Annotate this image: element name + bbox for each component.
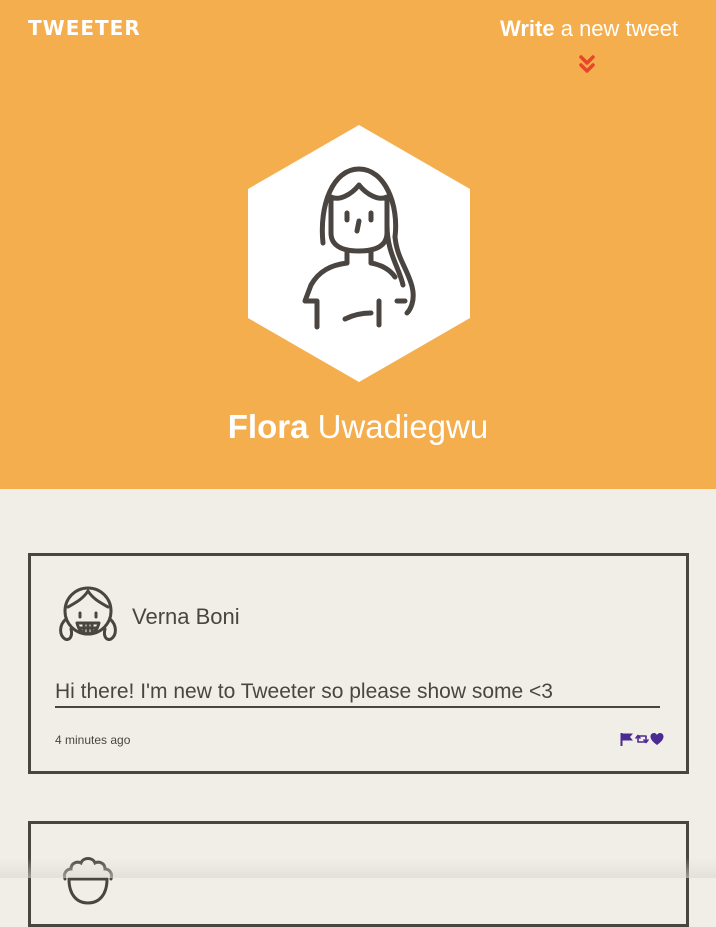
tweet-actions (620, 731, 664, 747)
tweet-author-name[interactable]: Verna Boni (132, 604, 240, 630)
retweet-icon[interactable] (635, 732, 649, 746)
heart-icon[interactable] (650, 732, 664, 746)
bottom-fade (0, 858, 716, 878)
profile-name: Flora Uwadiegwu (0, 408, 716, 446)
tweet-text: Hi there! I'm new to Tweeter so please s… (55, 680, 660, 708)
profile-first-name: Flora (227, 408, 309, 445)
profile-last-name: Uwadiegwu (308, 408, 489, 445)
flag-icon[interactable] (620, 732, 634, 746)
double-chevron-down-icon[interactable] (578, 53, 596, 75)
tweet-card: Verna Boni Hi there! I'm new to Tweeter … (28, 553, 689, 774)
profile-header: TWEETER Write a new tweet Flora Uwadiegw… (0, 0, 716, 489)
tweet-timestamp: 4 minutes ago (55, 733, 131, 747)
app-logo[interactable]: TWEETER (28, 16, 141, 40)
profile-avatar (248, 125, 470, 382)
smiling-girl-avatar-icon (59, 586, 117, 641)
compose-label-rest: a new tweet (554, 16, 679, 41)
compose-label-bold: Write (500, 16, 555, 41)
compose-tweet-link[interactable]: Write a new tweet (500, 16, 678, 42)
